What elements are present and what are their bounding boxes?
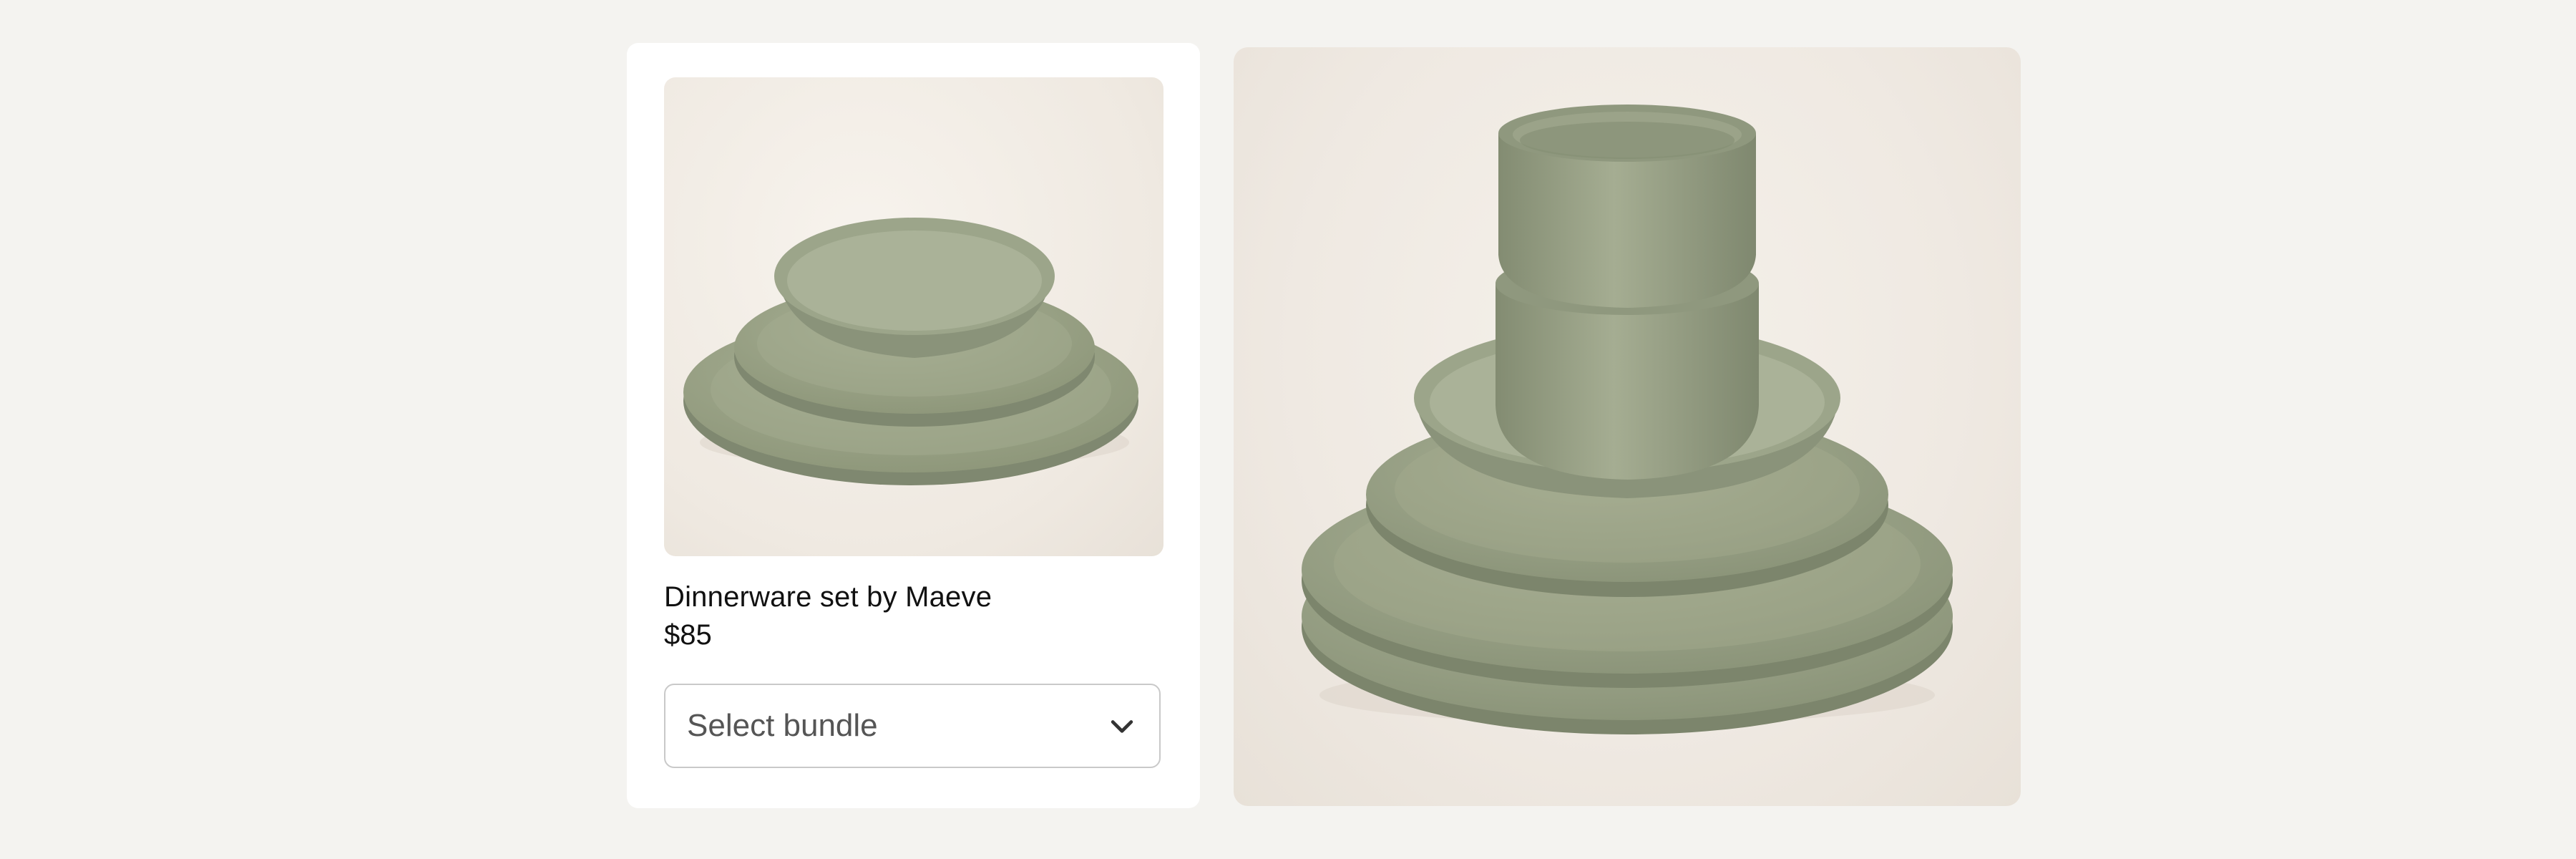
product-thumbnail[interactable] <box>664 77 1163 556</box>
dinnerware-hero-image <box>1302 105 1953 734</box>
product-card: Dinnerware set by Maeve $85 Select bundl… <box>627 43 1200 808</box>
product-title: Dinnerware set by Maeve <box>664 581 992 613</box>
dinnerware-thumbnail-image <box>683 218 1138 485</box>
bundle-select-label: Select bundle <box>687 708 878 743</box>
chevron-down-icon <box>1111 720 1133 733</box>
product-hero-image[interactable] <box>1234 47 2021 806</box>
bundle-select[interactable]: Select bundle <box>664 684 1161 768</box>
product-price: $85 <box>664 619 712 651</box>
